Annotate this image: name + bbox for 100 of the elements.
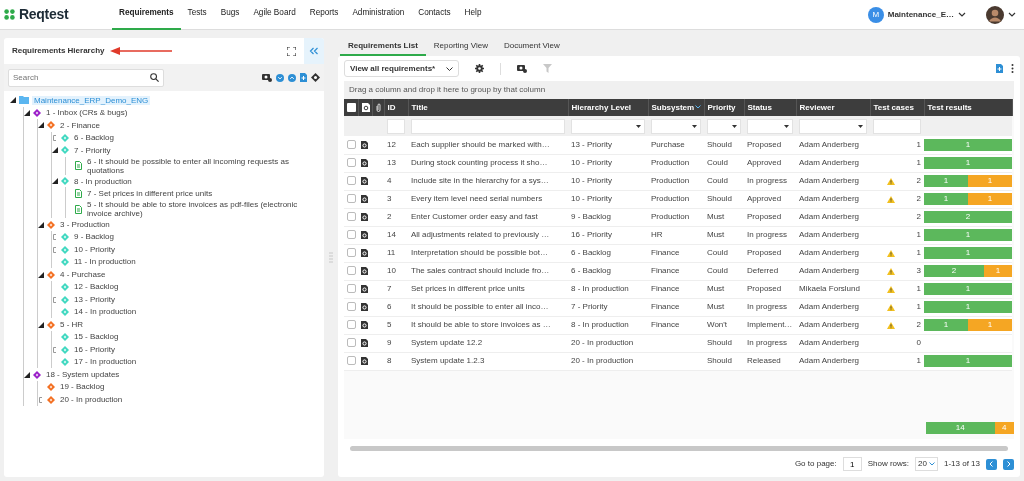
expand-toggle-icon[interactable] <box>38 396 44 403</box>
expand-toggle-icon[interactable] <box>52 296 58 303</box>
next-page-button[interactable] <box>1003 458 1014 470</box>
fullscreen-icon[interactable] <box>287 46 296 56</box>
tree-item[interactable]: 5 - It should be able to store invoices as pdf-files (electronic invoice archive) <box>85 199 324 219</box>
caret-icon[interactable] <box>1008 12 1016 17</box>
tree-item[interactable]: 6 - Backlog <box>72 133 117 143</box>
tree-item[interactable]: 12 - Backlog <box>72 282 121 292</box>
tree-item[interactable]: 11 - In production <box>72 257 138 267</box>
nav-tab[interactable]: Contacts <box>411 0 458 30</box>
tree-item[interactable]: 13 - Priority <box>72 294 117 305</box>
tree-item[interactable]: 18 - System updates <box>44 369 122 380</box>
tree-item[interactable]: 2 - Finance <box>58 120 103 130</box>
tree-item[interactable]: 3 - Production <box>58 219 112 230</box>
preview-icon[interactable] <box>361 356 368 365</box>
expand-toggle-icon[interactable] <box>38 122 44 129</box>
nav-tab[interactable]: Administration <box>345 0 412 30</box>
nav-tab[interactable]: Bugs <box>213 0 247 30</box>
tree-item[interactable]: 16 - Priority <box>72 344 117 355</box>
nav-tab[interactable]: Agile Board <box>246 0 303 30</box>
row-checkbox[interactable] <box>347 320 356 330</box>
nav-tab[interactable]: Requirements <box>112 0 181 30</box>
expand-toggle-icon[interactable] <box>52 147 58 154</box>
row-checkbox[interactable] <box>347 212 356 222</box>
row-checkbox[interactable] <box>347 338 356 348</box>
expand-toggle-icon[interactable] <box>52 134 58 141</box>
expand-toggle-icon[interactable] <box>52 246 58 253</box>
view-tab[interactable]: Document View <box>495 38 568 56</box>
add-document-icon[interactable] <box>300 73 307 82</box>
preview-icon[interactable] <box>361 338 368 347</box>
preview-icon[interactable] <box>361 320 368 329</box>
nav-tab[interactable]: Reports <box>302 0 346 30</box>
preview-icon[interactable] <box>361 212 368 221</box>
select-all-checkbox[interactable] <box>347 102 356 112</box>
preview-icon[interactable] <box>361 158 368 167</box>
row-checkbox[interactable] <box>347 284 356 294</box>
tree-item[interactable]: 20 - In production <box>58 394 125 405</box>
view-select[interactable]: View all requirements* <box>344 60 459 77</box>
tree-item[interactable]: 5 - HR <box>58 319 86 330</box>
expand-toggle-icon[interactable] <box>52 234 58 240</box>
rows-select[interactable]: 20 <box>915 457 938 471</box>
row-checkbox[interactable] <box>347 266 356 276</box>
tree-item[interactable]: 7 - Set prices in different price units <box>85 189 215 199</box>
preview-icon[interactable] <box>361 230 368 239</box>
row-checkbox[interactable] <box>347 194 356 204</box>
expand-toggle-icon[interactable] <box>24 109 30 116</box>
app-logo[interactable]: Reqtest <box>19 4 69 25</box>
tree-item[interactable]: 6 - It should be possible to enter all incoming requests as quotations <box>85 156 324 175</box>
preview-icon[interactable] <box>361 176 368 185</box>
expand-toggle-icon[interactable] <box>38 321 44 328</box>
search-icon[interactable] <box>150 72 159 82</box>
tree-item[interactable]: 1 - Inbox (CRs & bugs) <box>44 108 130 118</box>
caret-icon[interactable] <box>958 12 966 17</box>
collapse-panel-button[interactable] <box>304 38 324 64</box>
filter-field[interactable] <box>387 118 405 134</box>
row-checkbox[interactable] <box>347 356 356 366</box>
preview-icon[interactable] <box>361 140 368 149</box>
preview-icon[interactable] <box>361 248 368 257</box>
preview-icon[interactable] <box>361 266 368 275</box>
previous-page-button[interactable] <box>986 458 997 470</box>
add-document-icon[interactable] <box>996 64 1003 73</box>
column-header[interactable]: Title <box>411 102 428 112</box>
row-checkbox[interactable] <box>347 302 356 312</box>
row-checkbox[interactable] <box>347 140 356 150</box>
more-icon[interactable] <box>1011 64 1014 73</box>
tree-item[interactable]: 10 - Priority <box>72 244 117 255</box>
tree-item[interactable]: 4 - Purchase <box>58 269 108 280</box>
sort-icon[interactable] <box>695 105 702 110</box>
expand-toggle-icon[interactable] <box>52 346 58 353</box>
tree-item[interactable]: 7 - Priority <box>72 145 113 155</box>
tree-item[interactable]: 8 - In production <box>72 176 134 186</box>
view-tab[interactable]: Reporting View <box>425 38 496 56</box>
tree-item[interactable]: 15 - Backlog <box>72 332 121 342</box>
preview-icon[interactable] <box>361 302 368 311</box>
preview-icon[interactable] <box>361 194 368 203</box>
tree-item[interactable]: 14 - In production <box>72 307 139 317</box>
row-checkbox[interactable] <box>347 248 356 258</box>
row-checkbox[interactable] <box>347 230 356 240</box>
expand-all-icon[interactable] <box>276 73 284 82</box>
expand-toggle-icon[interactable] <box>52 178 58 185</box>
row-checkbox[interactable] <box>347 176 356 186</box>
nav-tab[interactable]: Help <box>457 0 489 30</box>
tree-item[interactable]: 19 - Backlog <box>58 382 107 392</box>
page-field[interactable]: 1 <box>842 457 862 471</box>
collapse-all-icon[interactable] <box>288 73 296 82</box>
expand-toggle-icon[interactable] <box>38 271 44 278</box>
user-avatar[interactable] <box>986 5 1004 24</box>
preview-icon[interactable] <box>361 284 368 293</box>
tree-item[interactable]: 9 - Backlog <box>72 232 117 242</box>
expand-toggle-icon[interactable] <box>10 97 16 104</box>
expand-toggle-icon[interactable] <box>24 371 30 378</box>
tree-item[interactable]: 17 - In production <box>72 357 139 367</box>
row-checkbox[interactable] <box>347 158 356 168</box>
expand-toggle-icon[interactable] <box>38 221 44 228</box>
nav-tab[interactable]: Tests <box>180 0 214 30</box>
project-name[interactable]: Maintenance_E… <box>887 8 954 21</box>
search-field[interactable]: Search <box>8 68 164 87</box>
filter-field[interactable] <box>873 118 921 134</box>
scrollbar[interactable] <box>350 446 1008 451</box>
filter-field[interactable] <box>411 118 565 134</box>
